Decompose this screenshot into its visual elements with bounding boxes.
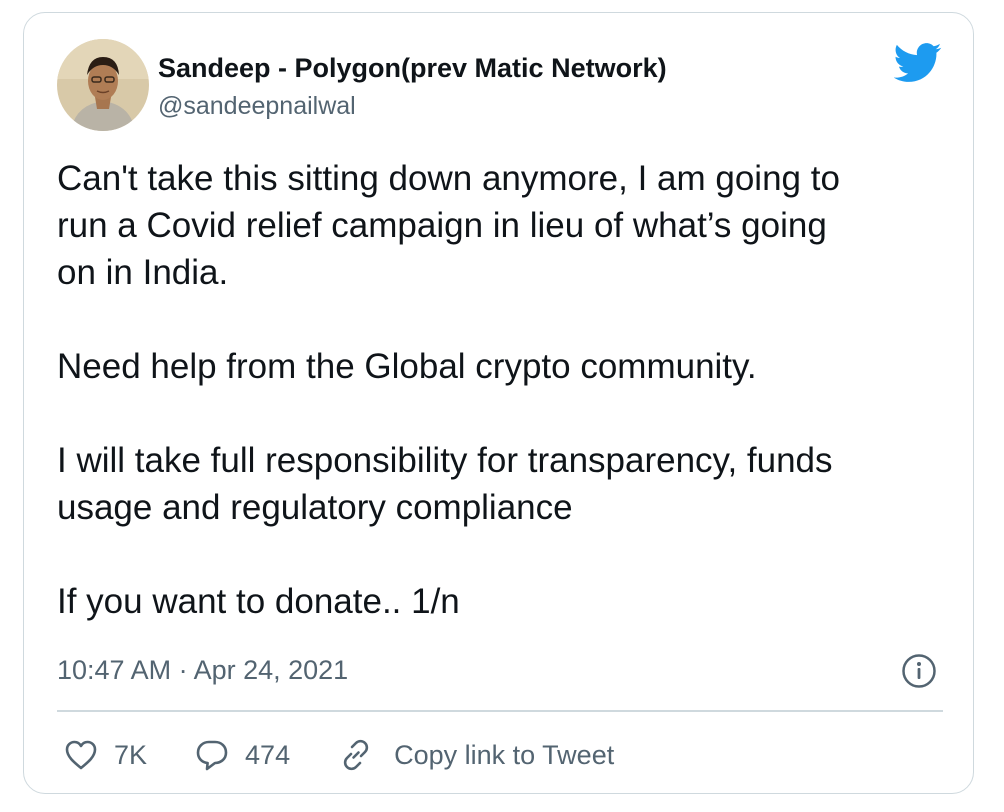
tweet-paragraph: Can't take this sitting down anymore, I … xyxy=(57,159,840,292)
author-handle[interactable]: @sandeepnailwal xyxy=(158,91,356,121)
heart-icon xyxy=(65,740,97,770)
tweet-timestamp[interactable]: 10:47 AM · Apr 24, 2021 xyxy=(57,653,348,687)
tweet-text: Can't take this sitting down anymore, I … xyxy=(57,155,957,625)
copy-link-button[interactable]: Copy link to Tweet xyxy=(338,737,614,773)
author-name[interactable]: Sandeep - Polygon(prev Matic Network) xyxy=(158,52,667,84)
link-icon xyxy=(343,739,369,771)
like-button[interactable]: 7K xyxy=(64,739,147,771)
twitter-bird-icon[interactable] xyxy=(893,43,942,83)
tweet-paragraph: Need help from the Global crypto communi… xyxy=(57,347,757,386)
reply-button[interactable]: 474 xyxy=(195,739,290,771)
tweet-paragraph: If you want to donate.. 1/n xyxy=(57,582,460,621)
like-count: 7K xyxy=(114,739,148,770)
speech-bubble-icon xyxy=(196,740,228,771)
avatar[interactable] xyxy=(57,39,149,131)
tweet-paragraph: I will take full responsibility for tran… xyxy=(57,441,833,527)
info-icon[interactable] xyxy=(901,653,937,689)
divider xyxy=(57,710,943,712)
copy-link-label: Copy link to Tweet xyxy=(394,739,615,770)
action-bar: 7K 474 Copy link to Tweet xyxy=(64,735,614,775)
reply-count: 474 xyxy=(245,739,291,770)
tweet-card: Sandeep - Polygon(prev Matic Network) @s… xyxy=(23,12,974,794)
